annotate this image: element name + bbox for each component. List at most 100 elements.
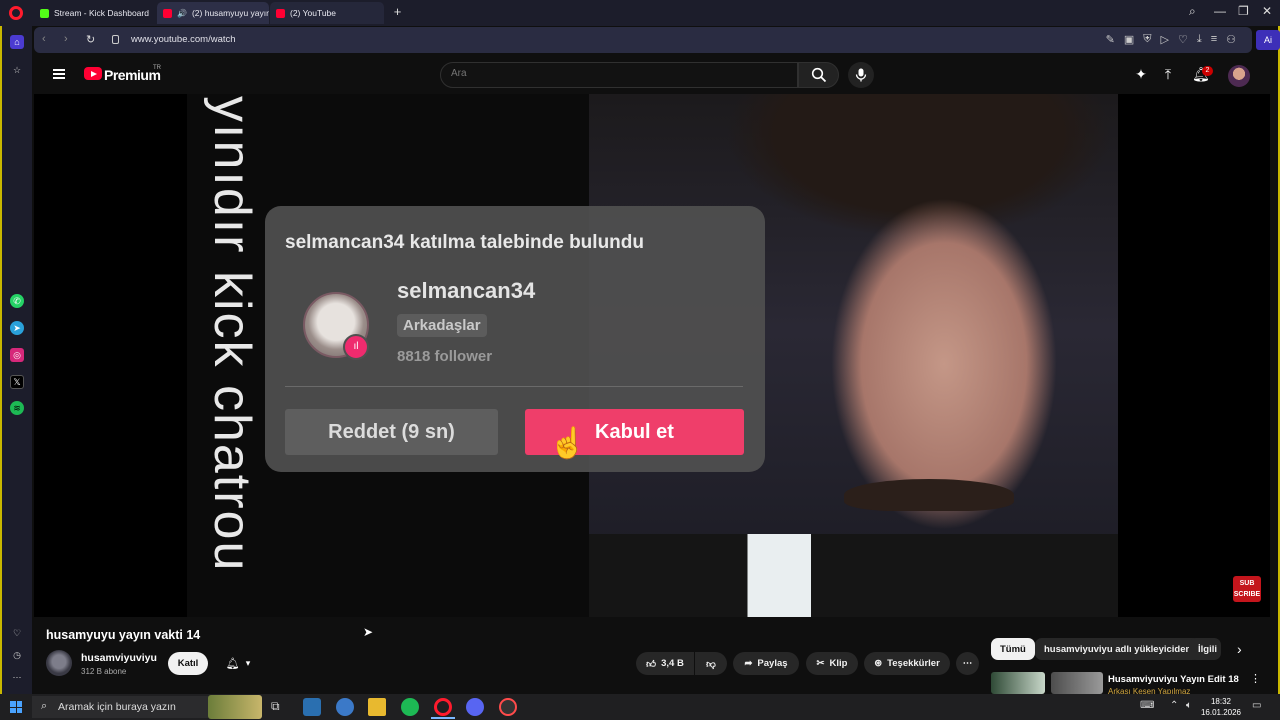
thumbs-up-icon: 👍︎ bbox=[646, 658, 657, 670]
more-sidebar-icon[interactable]: ⋯ bbox=[10, 670, 24, 684]
dislike-button[interactable]: 👎︎ bbox=[695, 652, 727, 675]
taskbar-search-icon: ⌕ bbox=[41, 700, 48, 712]
share-arrow-icon: ➦ bbox=[744, 658, 753, 669]
home-icon[interactable]: ⌂ bbox=[10, 35, 24, 49]
back-icon[interactable]: ‹ bbox=[42, 33, 46, 45]
ai-button[interactable]: Ai bbox=[1256, 30, 1280, 50]
task-view-icon[interactable]: ⧉ bbox=[271, 699, 280, 714]
video-face-detail bbox=[844, 479, 1014, 511]
join-button[interactable]: Katıl bbox=[168, 652, 208, 675]
telegram-icon[interactable]: ➤ bbox=[10, 321, 24, 335]
channel-avatar[interactable] bbox=[46, 650, 72, 676]
url-text[interactable]: www.youtube.com/watch bbox=[131, 34, 236, 45]
tab-label: (2) YouTube bbox=[290, 8, 336, 18]
tab-strip: Stream - Kick Dashboard 🔊 (2) husamyuyu … bbox=[0, 0, 1280, 26]
friends-tag: Arkadaşlar bbox=[397, 314, 487, 337]
clock-time: 18:32 bbox=[1210, 697, 1232, 706]
account-avatar[interactable] bbox=[1228, 65, 1250, 87]
tab-search-icon[interactable]: ⌕ bbox=[1189, 4, 1196, 19]
app-circle-icon[interactable] bbox=[336, 698, 354, 716]
speaker-icon: 🔊 bbox=[177, 8, 187, 18]
windows-start-icon[interactable] bbox=[10, 701, 22, 713]
join-request-card: selmancan34 katılma talebinde bulundu ıl… bbox=[265, 206, 765, 472]
heart-icon[interactable]: ♡ bbox=[1178, 33, 1188, 46]
youtube-wordmark[interactable]: Premium bbox=[104, 67, 161, 83]
opera-logo-icon[interactable] bbox=[9, 6, 23, 20]
instagram-icon[interactable]: ◎ bbox=[10, 348, 24, 362]
requester-username: selmancan34 bbox=[397, 278, 536, 303]
guide-menu-icon[interactable] bbox=[53, 69, 65, 79]
tab-youtube-home[interactable]: (2) YouTube bbox=[270, 2, 384, 24]
app-tool-icon[interactable] bbox=[303, 698, 321, 716]
profile-icon[interactable]: ⚇ bbox=[1226, 33, 1236, 46]
edit-icon[interactable]: ✎ bbox=[1106, 33, 1115, 46]
search-button[interactable] bbox=[798, 62, 839, 88]
notification-center-icon[interactable]: ▭ bbox=[1252, 700, 1261, 711]
recommendation-thumbnail[interactable] bbox=[991, 672, 1045, 694]
share-button[interactable]: ➦ Paylaş bbox=[733, 652, 799, 675]
chip-from-uploader[interactable]: husamviyuviyu adlı yükleyiciden bbox=[1035, 638, 1201, 660]
recommendation-more-icon[interactable]: ⋮ bbox=[1250, 672, 1261, 685]
youtube-logo-icon[interactable] bbox=[84, 67, 102, 80]
taskbar-clock[interactable]: 18:32 16.01.2026 bbox=[1200, 696, 1242, 718]
tab-youtube-video[interactable]: 🔊 (2) husamyuyu yayın vakti 14 bbox=[157, 2, 269, 24]
camera-icon[interactable]: ▣ bbox=[1124, 33, 1134, 46]
chip-all[interactable]: Tümü bbox=[991, 638, 1035, 660]
live-bars-icon: ıl bbox=[343, 334, 369, 360]
spotify-icon[interactable]: ≋ bbox=[10, 401, 24, 415]
reject-button: Reddet (9 sn) bbox=[285, 409, 498, 455]
discord-taskbar-icon[interactable] bbox=[466, 698, 484, 716]
obs-taskbar-icon[interactable] bbox=[499, 698, 517, 716]
kick-favicon-icon bbox=[40, 8, 49, 18]
address-bar[interactable]: ‹ › ↻ www.youtube.com/watch ✎ ▣ ⛨ ▷ ♡ ⤓ … bbox=[34, 27, 1252, 53]
channel-name[interactable]: husamviyuviyu bbox=[81, 652, 157, 664]
player-icon[interactable]: ▷ bbox=[1160, 33, 1168, 46]
upload-icon[interactable]: ⤒ bbox=[1160, 66, 1176, 82]
shield-icon[interactable]: ⛨ bbox=[1143, 33, 1151, 46]
opera-taskbar-icon[interactable] bbox=[434, 698, 452, 716]
close-window-icon[interactable]: ✕ bbox=[1262, 4, 1272, 18]
menu-icon[interactable]: ≡ bbox=[1211, 33, 1217, 46]
thanks-button[interactable]: ⊛ Teşekkürler bbox=[864, 652, 950, 675]
chip-related[interactable]: İlgili bbox=[1189, 638, 1221, 660]
subscription-bell-button[interactable]: 🔔︎ ▾ bbox=[214, 652, 262, 675]
whatsapp-icon[interactable]: ✆ bbox=[10, 294, 24, 308]
video-suit-detail bbox=[589, 534, 1118, 617]
clip-button[interactable]: ✂ Klip bbox=[806, 652, 858, 675]
subscribe-badge[interactable]: SUB SCRIBE bbox=[1233, 576, 1261, 602]
search-input[interactable] bbox=[451, 68, 583, 79]
tray-chevron-icon[interactable]: ⌃ bbox=[1170, 700, 1178, 711]
recommendation-title[interactable]: Husamviyuviyu Yayın Edit 18 bbox=[1108, 674, 1239, 685]
chevron-right-icon[interactable]: › bbox=[1237, 641, 1242, 657]
minimize-icon[interactable]: — bbox=[1214, 4, 1226, 18]
spotify-taskbar-icon[interactable] bbox=[401, 698, 419, 716]
like-button[interactable]: 👍︎ 3,4 B bbox=[636, 652, 694, 675]
x-icon[interactable]: 𝕏 bbox=[10, 375, 24, 389]
search-icon bbox=[811, 67, 827, 83]
reload-icon[interactable]: ↻ bbox=[86, 33, 95, 46]
volume-icon[interactable]: 🔈︎ bbox=[1186, 700, 1192, 711]
mouse-pointer-icon: ➤ bbox=[363, 625, 374, 639]
youtube-favicon-icon bbox=[276, 8, 285, 18]
keyboard-icon[interactable]: ⌨ bbox=[1140, 700, 1154, 711]
search-highlight-image bbox=[208, 695, 262, 719]
download-icon[interactable]: ⤓ bbox=[1197, 33, 1202, 46]
search-box[interactable] bbox=[440, 62, 798, 88]
file-explorer-icon[interactable] bbox=[368, 698, 386, 716]
clip-label: Klip bbox=[829, 658, 848, 669]
create-puzzle-icon[interactable]: ✦ bbox=[1133, 66, 1149, 82]
more-actions-button[interactable]: ⋯ bbox=[956, 652, 979, 675]
history-icon[interactable]: ◷ bbox=[10, 648, 24, 662]
video-player[interactable]: yınıdır kick chatrou selmancan34 katılma… bbox=[34, 94, 1270, 617]
tab-kick-dashboard[interactable]: Stream - Kick Dashboard bbox=[34, 2, 152, 24]
restore-icon[interactable]: ❐ bbox=[1238, 4, 1249, 18]
scissors-icon: ✂ bbox=[816, 658, 825, 669]
clock-date: 16.01.2026 bbox=[1200, 708, 1242, 717]
recommendation-thumbnail-secondary[interactable] bbox=[1051, 672, 1103, 694]
star-icon[interactable]: ☆ bbox=[10, 63, 24, 77]
new-tab-plus-icon[interactable]: + bbox=[391, 5, 404, 19]
forward-icon[interactable]: › bbox=[64, 33, 68, 45]
voice-search-button[interactable] bbox=[848, 62, 874, 88]
heart-sidebar-icon[interactable]: ♡ bbox=[10, 626, 24, 640]
recommendation-subtitle: Arkası Kesen Yapılmaz bbox=[1108, 687, 1191, 694]
